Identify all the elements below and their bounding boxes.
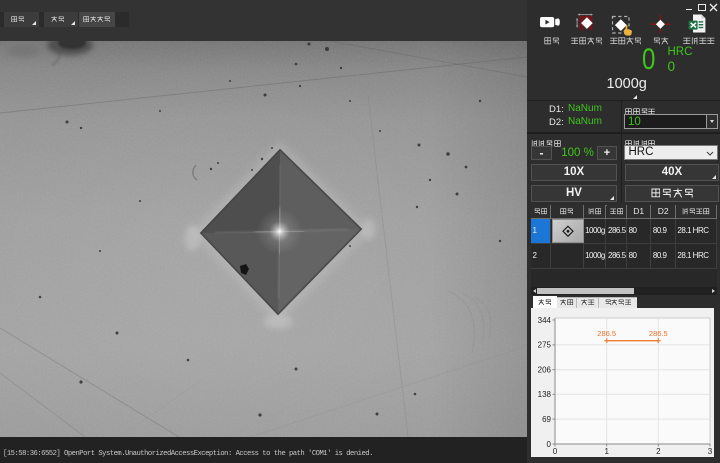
svg-text:344: 344 [538, 316, 552, 325]
svg-text:0: 0 [553, 447, 558, 456]
svg-text:286.5: 286.5 [649, 329, 668, 338]
svg-text:2: 2 [656, 447, 661, 456]
svg-text:3: 3 [708, 447, 713, 456]
svg-text:206: 206 [538, 366, 552, 375]
svg-text:1: 1 [604, 447, 609, 456]
svg-text:275: 275 [538, 341, 552, 350]
svg-text:0: 0 [547, 440, 552, 449]
svg-text:286.5: 286.5 [597, 329, 616, 338]
svg-text:69: 69 [542, 415, 551, 424]
svg-text:138: 138 [538, 390, 552, 399]
